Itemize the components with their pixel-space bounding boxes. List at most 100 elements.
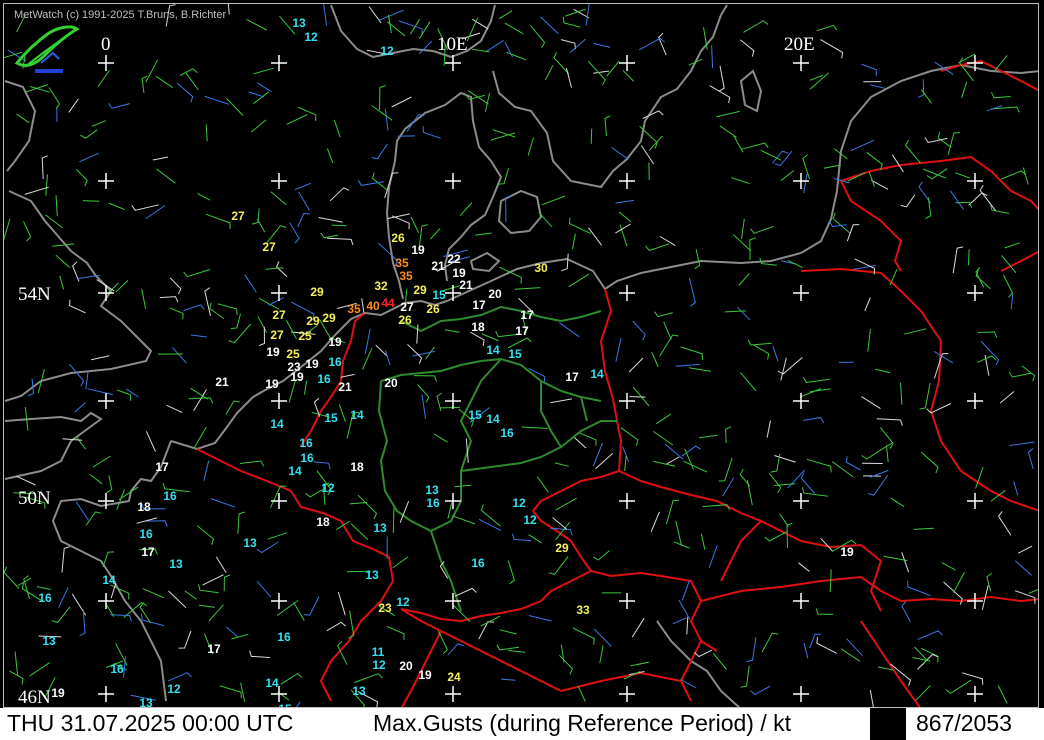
gust-map[interactable]: 0 10E 20E 54N 50N 46N 131212272726192235… [4, 4, 1039, 708]
wind-barb [867, 328, 871, 352]
wind-barb [141, 75, 148, 93]
grid-cross [98, 173, 114, 189]
wind-barb [861, 444, 888, 460]
wind-barb [303, 596, 320, 616]
wind-barb [861, 63, 877, 76]
wind-barb [913, 527, 934, 530]
grid-cross [967, 393, 983, 409]
wind-barb [798, 562, 810, 572]
gust-value-label: 14 [486, 343, 500, 357]
wind-barb [829, 220, 847, 228]
wind-barb [565, 67, 572, 88]
border-kaliningrad [840, 155, 1038, 272]
wind-barb [527, 137, 534, 156]
wind-barb [416, 324, 419, 344]
grid-cross [793, 493, 809, 509]
wind-barb [280, 673, 303, 685]
wind-barb [231, 633, 249, 640]
wind-barb [592, 550, 610, 561]
wind-barb [140, 613, 165, 627]
wind-barb [890, 663, 911, 687]
wind-barb [718, 65, 725, 92]
wind-barb [559, 654, 574, 675]
gust-value-label: 19 [51, 686, 65, 700]
wind-barb [904, 140, 921, 164]
wind-barb [1008, 371, 1032, 378]
wind-barb [568, 273, 590, 288]
border-de-cz [531, 470, 620, 572]
wind-barb [357, 494, 378, 520]
wind-barb [867, 475, 889, 496]
map-frame[interactable]: 0 10E 20E 54N 50N 46N 13 12 12 27 27 26 19 22 35… [3, 3, 1039, 708]
wind-barb [683, 460, 708, 473]
wind-barb [514, 287, 541, 290]
wind-barb [58, 587, 69, 608]
wind-barb [1028, 588, 1038, 594]
wind-barb [1002, 274, 1013, 298]
wind-barb [544, 65, 554, 81]
wind-barb [700, 533, 706, 550]
wind-barb [251, 208, 260, 225]
wind-barb [630, 661, 649, 667]
wind-barb [606, 60, 620, 77]
wind-barb [265, 267, 284, 270]
wind-barb [618, 211, 632, 223]
gust-value-label: 15 [324, 411, 338, 425]
wind-barb [779, 513, 789, 527]
gust-value-label: 13 [42, 634, 56, 648]
wind-barb [663, 321, 672, 340]
wind-barb [414, 375, 438, 382]
wind-barb [746, 480, 753, 506]
wind-barb [166, 404, 183, 414]
wind-barb [628, 357, 644, 373]
wind-barb [447, 502, 453, 519]
adriatic-coastline [656, 620, 741, 707]
wind-barb [780, 170, 795, 181]
wind-barb [1018, 545, 1033, 554]
wind-barb [75, 168, 88, 187]
wind-barb [1004, 242, 1021, 249]
wind-barb [550, 398, 573, 404]
status-divider [870, 708, 906, 740]
wind-barb [371, 172, 389, 191]
wind-barb [59, 275, 65, 290]
wind-barb [866, 151, 883, 171]
wind-barb [115, 280, 129, 293]
gust-value-label: 29 [306, 314, 320, 328]
wind-barb [541, 195, 566, 206]
wind-barb [675, 363, 701, 367]
wind-barb [920, 451, 939, 474]
gust-value-label: 13 [243, 536, 257, 550]
wind-barb [171, 346, 187, 364]
wind-barb [903, 328, 927, 335]
gust-value-label: 20 [488, 287, 502, 301]
wind-barb [1022, 167, 1029, 185]
gust-value-label: 23 [378, 601, 392, 615]
gust-value-label: 12 [396, 595, 410, 609]
wind-barb [294, 182, 311, 191]
wind-barb [75, 436, 87, 450]
wind-barb [91, 355, 110, 361]
gust-value-label: 16 [426, 496, 440, 510]
border-de-at [400, 570, 592, 623]
lon-label-20e: 20E [784, 34, 815, 55]
wind-barb [85, 511, 102, 526]
wind-barb [141, 288, 147, 309]
wind-barb [407, 343, 423, 364]
wind-barb [540, 16, 559, 35]
wind-barb [861, 396, 881, 410]
metwatch-logo-icon [14, 25, 80, 73]
wind-barb [253, 91, 270, 105]
gust-value-label: 25 [298, 329, 312, 343]
wind-barb [4, 566, 20, 589]
wind-barb [592, 442, 603, 467]
wind-barb [217, 303, 238, 315]
gust-value-label: 17 [515, 324, 529, 338]
wind-barb [364, 328, 371, 354]
wind-barb [760, 149, 782, 161]
wind-barb [694, 649, 713, 658]
wind-barb [87, 388, 113, 396]
wind-barb [340, 373, 355, 378]
wind-barb [29, 662, 50, 677]
wind-barb [962, 672, 984, 685]
